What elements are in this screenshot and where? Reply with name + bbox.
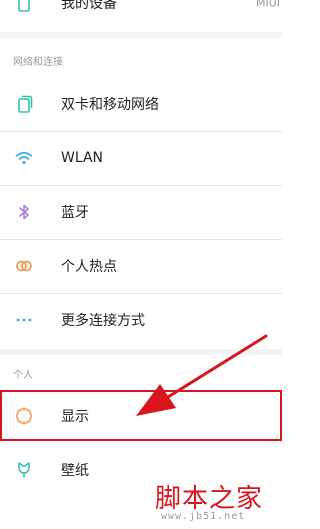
settings-item-my-device[interactable]: 我的设备 MIUI — [0, 0, 282, 30]
settings-item-label: 双卡和移动网络 — [61, 97, 159, 113]
settings-item-label: 更多连接方式 — [61, 313, 145, 329]
more-dots-icon — [15, 311, 33, 329]
settings-item-value: MIUI — [255, 0, 280, 10]
settings-item-more-connections[interactable]: 更多连接方式 — [0, 293, 282, 347]
settings-item-wlan[interactable]: WLAN — [0, 131, 282, 185]
hotspot-icon — [15, 257, 33, 275]
phone-icon — [15, 0, 33, 12]
settings-item-hotspot[interactable]: 个人热点 — [0, 239, 282, 293]
display-brightness-icon — [15, 407, 33, 425]
wallpaper-icon — [15, 461, 33, 479]
settings-item-bluetooth[interactable]: 蓝牙 — [0, 185, 282, 239]
settings-item-label: 蓝牙 — [61, 205, 89, 221]
settings-item-label: 我的设备 — [61, 0, 117, 12]
section-divider — [0, 349, 282, 355]
wifi-icon — [15, 149, 33, 167]
settings-screen: 我的设备 MIUI 网络和连接 双卡和移动网络 WLAN 蓝牙 个人热点 更多连… — [0, 0, 282, 529]
settings-item-label: 壁纸 — [61, 463, 89, 479]
settings-item-display[interactable]: 显示 — [0, 389, 282, 443]
settings-item-label: 显示 — [61, 409, 89, 425]
settings-item-dual-sim[interactable]: 双卡和移动网络 — [0, 77, 282, 131]
sim-card-icon — [15, 95, 33, 113]
settings-item-wallpaper[interactable]: 壁纸 — [0, 443, 282, 497]
section-divider — [0, 32, 282, 38]
section-header-personal: 个人 — [13, 370, 33, 381]
settings-item-label: 个人热点 — [61, 259, 117, 275]
bluetooth-icon — [15, 203, 33, 221]
watermark-url: www.jb51.net — [161, 511, 246, 522]
settings-item-label: WLAN — [61, 150, 104, 166]
section-header-network: 网络和连接 — [13, 57, 63, 68]
